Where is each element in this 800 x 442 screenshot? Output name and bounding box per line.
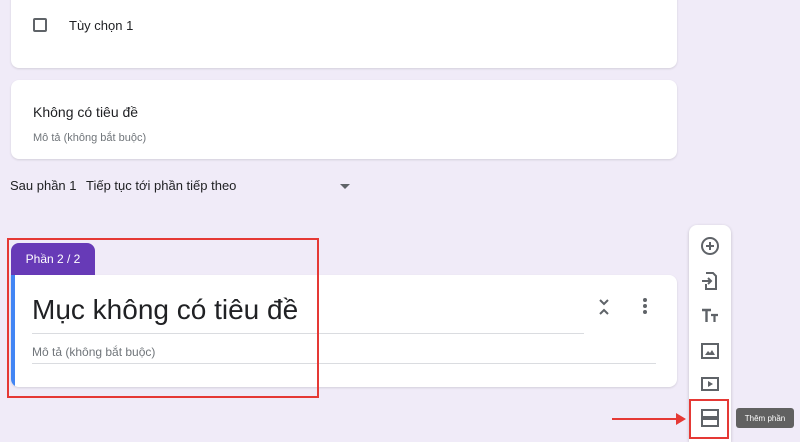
add-title-icon [702, 308, 718, 322]
add-image-icon [701, 343, 719, 359]
arrow-icon [612, 418, 680, 420]
add-title-button[interactable] [698, 304, 722, 328]
section-header-card[interactable]: Không có tiêu đề Mô tả (không bắt buộc) [11, 80, 677, 159]
add-image-button[interactable] [698, 339, 722, 363]
section-description[interactable]: Mô tả (không bắt buộc) [33, 132, 146, 144]
add-video-icon [701, 377, 719, 391]
after-section-select[interactable]: Tiếp tục tới phần tiếp theo [86, 178, 236, 193]
arrow-head-icon [676, 413, 686, 425]
highlight-box [7, 238, 319, 398]
add-question-button[interactable] [698, 234, 722, 258]
add-video-button[interactable] [698, 372, 722, 396]
import-questions-icon [702, 272, 717, 290]
option-label[interactable]: Tùy chọn 1 [69, 18, 133, 33]
tooltip: Thêm phần [736, 408, 794, 428]
highlight-box [689, 399, 729, 439]
section-title[interactable]: Không có tiêu đề [33, 104, 138, 120]
question-card: Tùy chọn 1 [11, 0, 677, 68]
add-question-icon [701, 237, 719, 255]
after-section-label: Sau phần 1 [10, 178, 77, 193]
chevron-down-icon[interactable] [340, 184, 350, 189]
collapse-icon[interactable] [597, 297, 611, 317]
option-checkbox[interactable] [33, 18, 47, 32]
import-questions-button[interactable] [698, 269, 722, 293]
more-vert-icon[interactable] [639, 296, 651, 316]
